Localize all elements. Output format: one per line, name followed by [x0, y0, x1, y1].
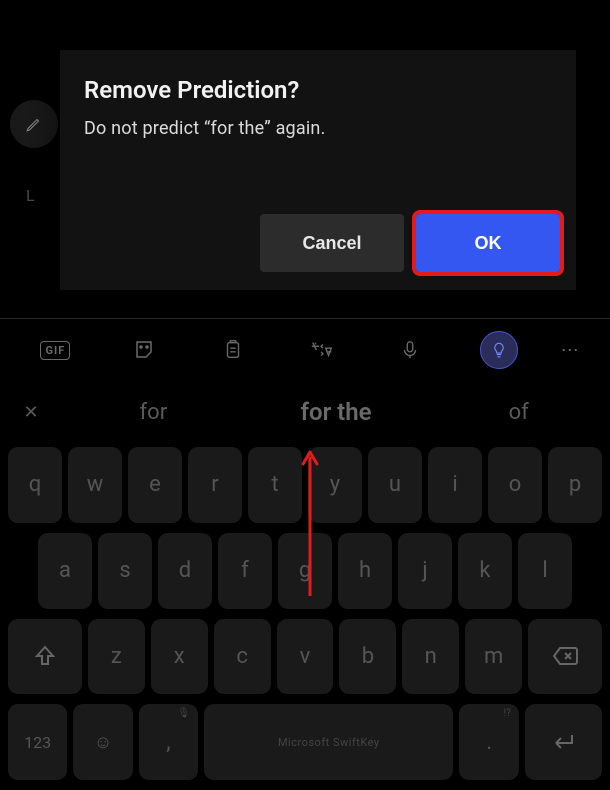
key-d[interactable]: d [158, 533, 212, 609]
ok-button[interactable]: OK [416, 214, 560, 272]
key-j[interactable]: j [398, 533, 452, 609]
key-z[interactable]: z [88, 619, 145, 695]
compose-button[interactable] [10, 100, 58, 148]
dialog-body: Do not predict “for the” again. [84, 118, 552, 139]
key-u[interactable]: u [368, 447, 422, 523]
mic-toolbar-button[interactable] [369, 330, 452, 370]
key-row-3: z x c v b n m [4, 619, 606, 695]
keyboard-toolbar: GIF ⋯ [0, 319, 610, 381]
gif-icon: GIF [40, 341, 70, 360]
key-space[interactable]: Microsoft SwiftKey [204, 704, 453, 780]
sticker-toolbar-button[interactable] [103, 330, 186, 370]
key-p[interactable]: p [548, 447, 602, 523]
translate-icon [309, 338, 335, 362]
suggestion-bar: ✕ for for the of [0, 381, 610, 443]
background-truncated-text: L [26, 186, 35, 205]
key-row-1: q w e r t y u i o p [4, 447, 606, 523]
more-toolbar-button[interactable]: ⋯ [546, 330, 596, 370]
key-b[interactable]: b [339, 619, 396, 695]
suggestion-right[interactable]: of [427, 400, 610, 425]
suggestion-left[interactable]: for [62, 400, 245, 425]
key-numbers[interactable]: 123 [8, 704, 67, 780]
key-o[interactable]: o [488, 447, 542, 523]
keyboard-rows: q w e r t y u i o p a s d f g h j k l [0, 443, 610, 790]
key-t[interactable]: t [248, 447, 302, 523]
key-n[interactable]: n [402, 619, 459, 695]
cancel-button[interactable]: Cancel [260, 214, 404, 272]
keyboard: GIF ⋯ ✕ for for the of q w e [0, 318, 610, 790]
key-comma[interactable]: 🎙 , [139, 704, 198, 780]
translate-toolbar-button[interactable] [280, 330, 363, 370]
key-q[interactable]: q [8, 447, 62, 523]
key-g[interactable]: g [278, 533, 332, 609]
key-s[interactable]: s [98, 533, 152, 609]
key-c[interactable]: c [214, 619, 271, 695]
key-h[interactable]: h [338, 533, 392, 609]
key-f[interactable]: f [218, 533, 272, 609]
key-l[interactable]: l [518, 533, 572, 609]
key-e[interactable]: e [128, 447, 182, 523]
period-superscript: !? [504, 708, 511, 719]
key-a[interactable]: a [38, 533, 92, 609]
sticker-icon [132, 338, 156, 362]
key-shift[interactable] [8, 619, 82, 695]
key-row-2: a s d f g h j k l [4, 533, 606, 609]
comma-superscript: 🎙 [177, 708, 190, 719]
tips-toolbar-button[interactable] [458, 330, 541, 370]
dialog-title: Remove Prediction? [84, 76, 552, 104]
key-m[interactable]: m [465, 619, 522, 695]
key-v[interactable]: v [277, 619, 334, 695]
comma-label: , [166, 730, 170, 755]
mic-icon [399, 338, 421, 362]
key-y[interactable]: y [308, 447, 362, 523]
key-w[interactable]: w [68, 447, 122, 523]
key-x[interactable]: x [151, 619, 208, 695]
key-backspace[interactable] [528, 619, 602, 695]
remove-prediction-dialog: Remove Prediction? Do not predict “for t… [60, 50, 576, 290]
clipboard-toolbar-button[interactable] [191, 330, 274, 370]
gif-toolbar-button[interactable]: GIF [14, 330, 97, 370]
enter-icon [550, 731, 576, 753]
period-label: . [486, 730, 492, 755]
key-row-4: 123 ☺ 🎙 , Microsoft SwiftKey !? . [4, 704, 606, 780]
key-emoji[interactable]: ☺ [73, 704, 132, 780]
key-r[interactable]: r [188, 447, 242, 523]
backspace-icon [551, 645, 579, 667]
dismiss-suggestions-button[interactable]: ✕ [0, 402, 62, 423]
key-k[interactable]: k [458, 533, 512, 609]
suggestion-center[interactable]: for the [245, 398, 428, 426]
clipboard-icon [222, 338, 244, 362]
dialog-actions: Cancel OK [260, 214, 560, 272]
key-enter[interactable] [525, 704, 602, 780]
shift-icon [33, 644, 57, 668]
key-period[interactable]: !? . [459, 704, 518, 780]
key-i[interactable]: i [428, 447, 482, 523]
lightbulb-icon [480, 331, 518, 369]
